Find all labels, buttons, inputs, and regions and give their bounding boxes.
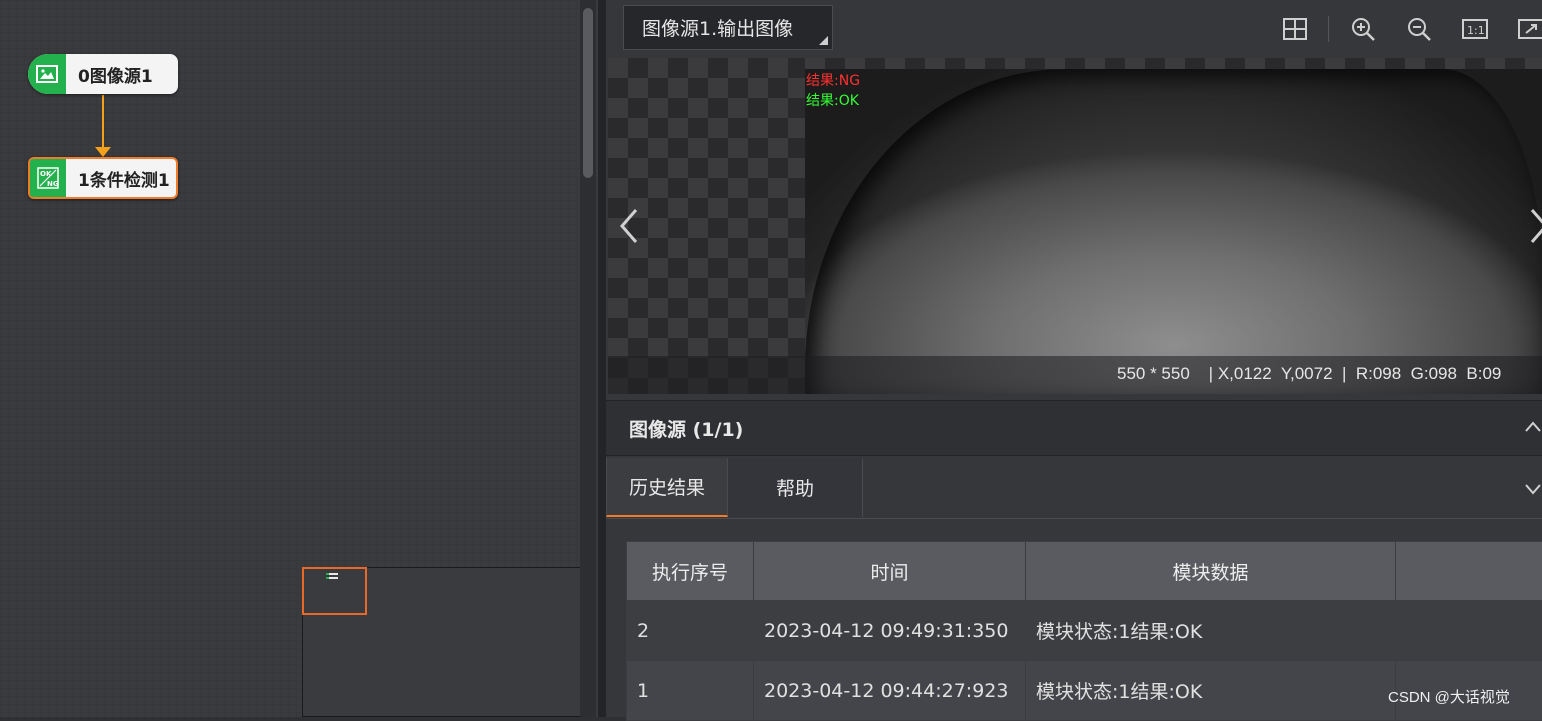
panel-splitter[interactable] — [598, 0, 606, 717]
next-image-icon[interactable] — [1528, 206, 1542, 246]
svg-text:1:1: 1:1 — [1467, 24, 1485, 37]
toolbar-separator — [1328, 16, 1329, 42]
previous-image-icon[interactable] — [616, 206, 642, 246]
ok-ng-icon: OK NG — [30, 159, 66, 197]
flow-node-image-source[interactable]: 0图像源1 — [28, 54, 178, 94]
node-label: 1条件检测1 — [66, 166, 170, 191]
svg-text:NG: NG — [47, 180, 59, 188]
tab-help[interactable]: 帮助 — [728, 458, 863, 517]
chevron-down-icon[interactable] — [1524, 480, 1542, 498]
table-header-row: 执行序号 时间 模块数据 — [627, 542, 1542, 601]
fit-screen-icon[interactable] — [1518, 16, 1542, 42]
tab-history[interactable]: 历史结果 — [606, 458, 728, 517]
overlay-result-ng: 结果:NG — [806, 70, 860, 90]
transparent-background-top — [805, 58, 1542, 69]
cell-index: 1 — [627, 661, 754, 721]
chevron-up-icon[interactable] — [1524, 418, 1542, 436]
col-header-extra[interactable] — [1396, 542, 1542, 601]
cell-index: 2 — [627, 601, 754, 661]
node-label: 0图像源1 — [66, 62, 153, 87]
image-source-select[interactable]: 图像源1.输出图像 — [623, 5, 833, 50]
cell-extra — [1396, 601, 1542, 661]
connector-line — [102, 95, 104, 147]
minimap-nodes — [326, 573, 338, 579]
col-header-module-data[interactable]: 模块数据 — [1026, 542, 1396, 601]
connector-arrow — [95, 147, 111, 157]
cell-module-data: 模块状态:1结果:OK — [1026, 661, 1396, 721]
image-status-text: 550 * 550 | X,0122 Y,0072 | R:098 G:098 … — [1117, 364, 1501, 384]
image-source-value: 图像源1.输出图像 — [642, 14, 793, 41]
canvas-scrollbar-thumb[interactable] — [583, 8, 593, 178]
cell-time: 2023-04-12 09:44:27:923 — [754, 661, 1026, 721]
cell-time: 2023-04-12 09:49:31:350 — [754, 601, 1026, 661]
svg-text:OK: OK — [40, 170, 52, 178]
result-panel-title: 图像源 (1/1) — [629, 415, 743, 442]
overlay-result-ok: 结果:OK — [806, 90, 859, 110]
result-panel-header[interactable] — [606, 400, 1542, 456]
zoom-in-icon[interactable] — [1350, 16, 1376, 42]
table-row[interactable]: 2 2023-04-12 09:49:31:350 模块状态:1结果:OK — [627, 601, 1542, 661]
flow-node-condition-check[interactable]: OK NG 1条件检测1 — [28, 157, 178, 199]
col-header-time[interactable]: 时间 — [754, 542, 1026, 601]
dropdown-corner-icon — [819, 36, 828, 45]
actual-size-icon[interactable]: 1:1 — [1462, 16, 1488, 42]
tab-history-label: 历史结果 — [629, 473, 705, 500]
image-icon — [28, 54, 66, 94]
zoom-out-icon[interactable] — [1406, 16, 1432, 42]
tab-help-label: 帮助 — [776, 474, 814, 501]
crosshair-icon[interactable] — [1282, 16, 1308, 42]
col-header-index[interactable]: 执行序号 — [627, 542, 754, 601]
watermark: CSDN @大话视觉 — [1388, 686, 1510, 707]
cell-module-data: 模块状态:1结果:OK — [1026, 601, 1396, 661]
